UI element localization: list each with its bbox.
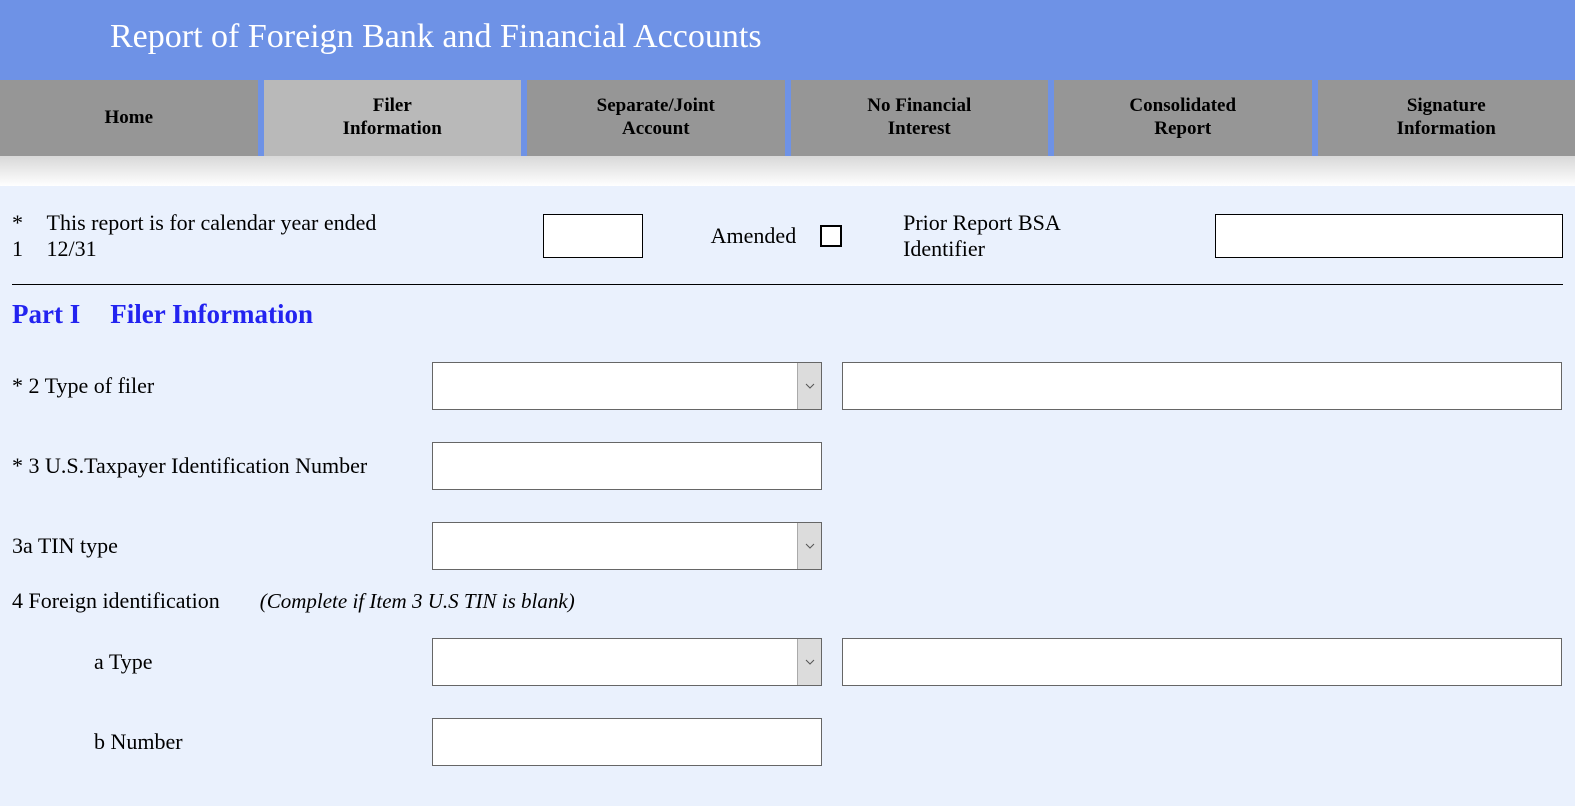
amended-checkbox[interactable] [820, 225, 841, 247]
calendar-year-input[interactable] [543, 214, 643, 258]
tab-consolidated-report[interactable]: ConsolidatedReport [1054, 80, 1312, 156]
prior-report-label: Prior Report BSA Identifier [903, 210, 1138, 262]
chevron-down-icon [797, 639, 821, 685]
tin-type-select[interactable] [432, 522, 822, 570]
foreign-id-type-text-input[interactable] [842, 638, 1562, 686]
row-foreign-id: 4 Foreign identification (Complete if It… [12, 588, 1563, 614]
item-4a-label: a Type [12, 649, 412, 675]
prior-report-input[interactable] [1215, 214, 1563, 258]
part-number: Part I [12, 299, 80, 330]
row-foreign-id-type: a Type [12, 638, 1563, 686]
row-calendar-year: * 1 This report is for calendar year end… [12, 204, 1563, 284]
tab-signature-information[interactable]: SignatureInformation [1318, 80, 1575, 156]
tab-label: SignatureInformation [1397, 95, 1496, 141]
item-3a-label: 3a TIN type [12, 533, 412, 559]
tab-label: Separate/JointAccount [597, 95, 715, 141]
us-tin-input[interactable] [432, 442, 822, 490]
gradient-divider [0, 156, 1575, 186]
calendar-year-label-group: * 1 This report is for calendar year end… [12, 210, 418, 262]
part-1-header: Part I Filer Information [12, 299, 1563, 330]
tab-label: ConsolidatedReport [1129, 95, 1236, 141]
row-foreign-id-number: b Number [12, 718, 1563, 766]
item-3-label: * 3 U.S.Taxpayer Identification Number [12, 453, 412, 479]
row-us-tin: * 3 U.S.Taxpayer Identification Number [12, 442, 1563, 490]
item-2-label: * 2 Type of filer [12, 373, 412, 399]
tab-no-financial-interest[interactable]: No FinancialInterest [791, 80, 1049, 156]
chevron-down-icon [797, 523, 821, 569]
type-of-filer-text-input[interactable] [842, 362, 1562, 410]
tab-bar: Home FilerInformation Separate/JointAcco… [0, 80, 1575, 156]
type-of-filer-select[interactable] [432, 362, 822, 410]
section-divider [12, 284, 1563, 285]
page-title: Report of Foreign Bank and Financial Acc… [110, 18, 1575, 56]
foreign-id-type-select[interactable] [432, 638, 822, 686]
row-tin-type: 3a TIN type [12, 522, 1563, 570]
tab-filer-information[interactable]: FilerInformation [264, 80, 522, 156]
item-1-label: This report is for calendar year ended 1… [47, 210, 419, 262]
tab-label: Home [104, 107, 153, 130]
foreign-id-number-input[interactable] [432, 718, 822, 766]
tab-label: No FinancialInterest [867, 95, 971, 141]
tab-separate-joint-account[interactable]: Separate/JointAccount [527, 80, 785, 156]
page-banner: Report of Foreign Bank and Financial Acc… [0, 0, 1575, 80]
row-type-of-filer: * 2 Type of filer [12, 362, 1563, 410]
tab-home[interactable]: Home [0, 80, 258, 156]
item-1-prefix: * 1 [12, 210, 39, 262]
item-4-label: 4 Foreign identification [12, 588, 220, 614]
item-4b-label: b Number [12, 729, 412, 755]
form-body: * 1 This report is for calendar year end… [0, 186, 1575, 806]
chevron-down-icon [797, 363, 821, 409]
part-title: Filer Information [110, 299, 313, 330]
tab-label: FilerInformation [343, 95, 442, 141]
item-4-hint: (Complete if Item 3 U.S TIN is blank) [260, 589, 575, 614]
amended-label: Amended [711, 223, 797, 249]
